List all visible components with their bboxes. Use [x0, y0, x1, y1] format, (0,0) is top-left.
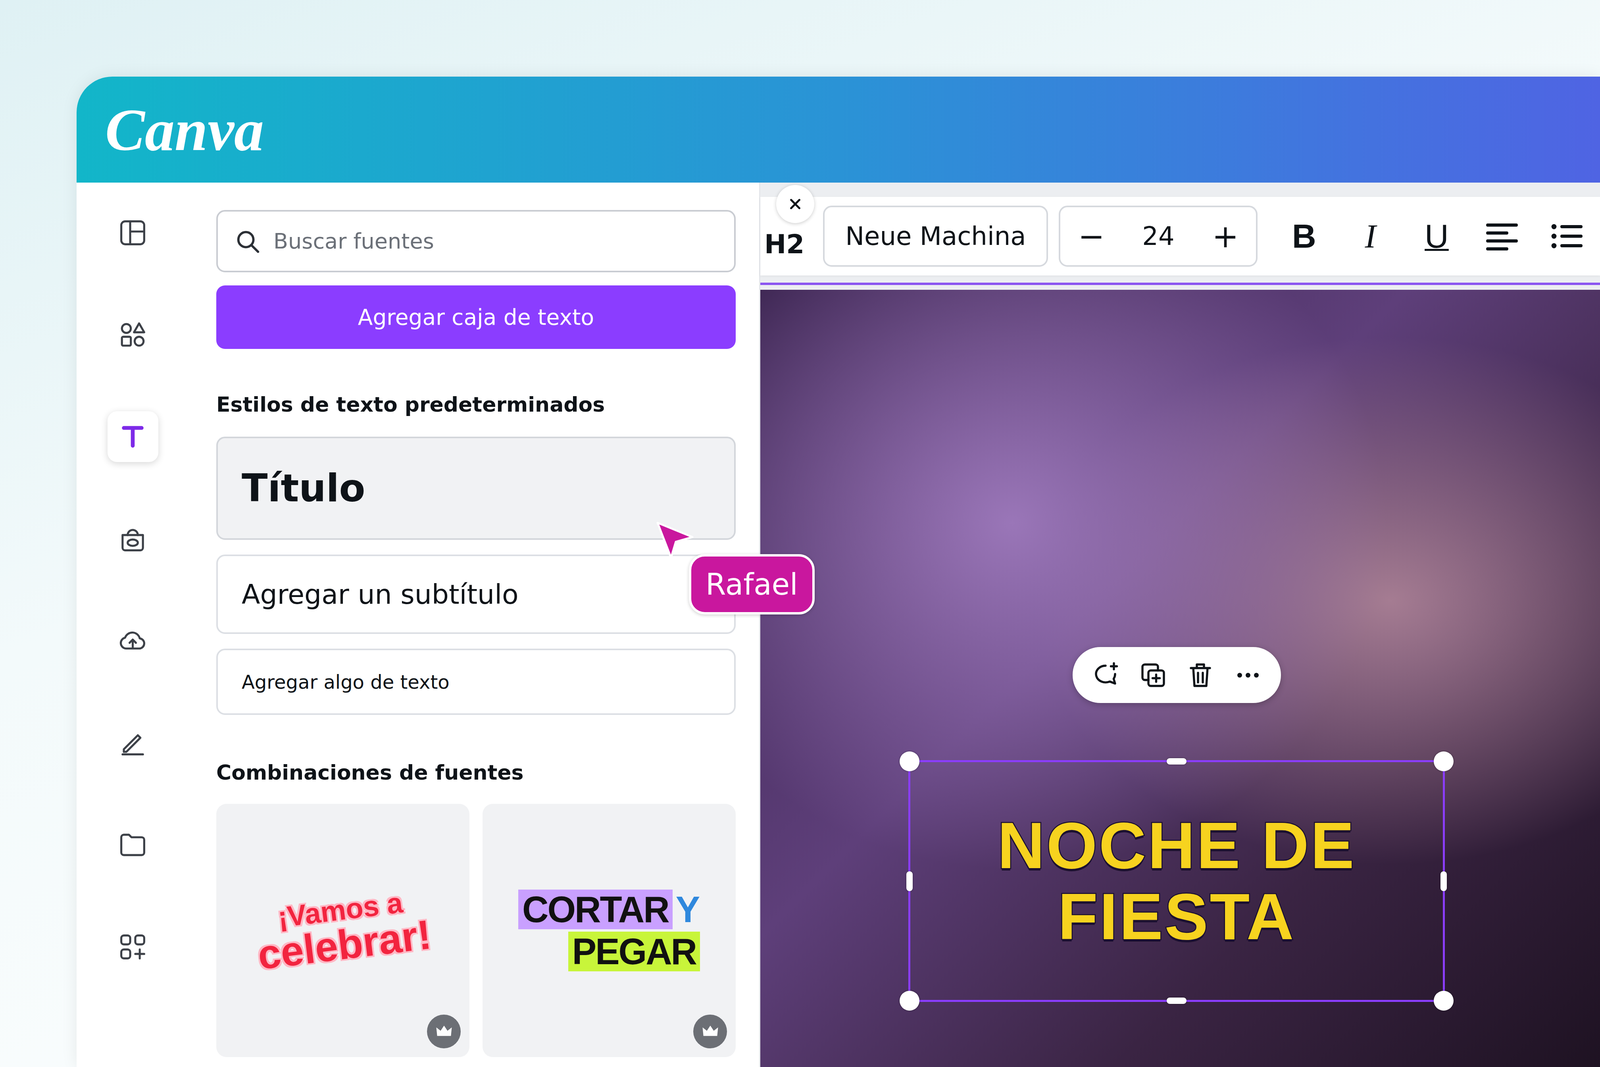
- uploads-icon: [117, 625, 149, 656]
- resize-handle[interactable]: [1433, 990, 1454, 1011]
- canva-logo[interactable]: Canva: [105, 95, 264, 164]
- resize-handle[interactable]: [899, 990, 920, 1011]
- crown-icon: [700, 1021, 721, 1042]
- rail-item[interactable]: [107, 615, 159, 666]
- resize-handle[interactable]: [1433, 751, 1454, 772]
- rail-item[interactable]: [107, 819, 159, 870]
- decrease-size-button[interactable]: −: [1077, 217, 1105, 255]
- rail-item[interactable]: [107, 921, 159, 972]
- crown-icon: [433, 1021, 455, 1042]
- design-textbox[interactable]: NOCHE DEFIESTA: [908, 759, 1445, 1002]
- rail-item[interactable]: [107, 717, 159, 768]
- combo-preview: CORTARYPEGAR: [518, 889, 700, 972]
- text-icon: [117, 421, 149, 452]
- party-photo[interactable]: NOCHE DEFIESTA: [760, 289, 1600, 1067]
- combo-line: Y: [675, 890, 700, 928]
- collaborator-label: Rafael: [688, 553, 815, 615]
- app-window: Canva Buscar fuentes Agregar caja de texto…: [76, 76, 1600, 1067]
- editor-body: Buscar fuentes Agregar caja de texto Estil…: [76, 182, 1600, 1067]
- projects-icon: [117, 829, 149, 860]
- font-dropdown[interactable]: Neue Machina: [823, 205, 1049, 267]
- rail-item[interactable]: [107, 513, 159, 564]
- elements-icon: [117, 319, 149, 350]
- text-panel: Buscar fuentes Agregar caja de texto Estil…: [188, 182, 761, 1067]
- combo-line: PEGAR: [568, 931, 700, 972]
- design-text-line: NOCHE DE: [997, 809, 1356, 881]
- combo-row: CORTARY: [518, 889, 700, 929]
- element-actions-menu: [1072, 646, 1281, 703]
- canvas-area: H2 Neue Machina− 24 + BIU NOCHE DEFIESTA: [760, 182, 1600, 1067]
- font-size-stepper: − 24 +: [1058, 205, 1258, 267]
- collaborator-cursor-icon: [655, 520, 695, 560]
- close-icon: [785, 194, 806, 214]
- resize-handle[interactable]: [899, 751, 920, 772]
- draw-icon: [117, 727, 149, 758]
- text-style-item[interactable]: Agregar algo de texto: [216, 648, 736, 715]
- more-icon[interactable]: [1233, 660, 1263, 690]
- page: Canva Buscar fuentes Agregar caja de texto…: [0, 0, 1600, 1067]
- increase-size-button[interactable]: +: [1211, 217, 1239, 255]
- resize-handle[interactable]: [1166, 997, 1187, 1004]
- text-toolbar: H2 Neue Machina− 24 + BIU: [760, 196, 1600, 276]
- section-title: Combinaciones de fuentes: [216, 758, 736, 787]
- heading-level-button[interactable]: H2: [764, 228, 805, 260]
- combo-line: CORTAR: [518, 889, 673, 929]
- rail-item[interactable]: [107, 207, 159, 258]
- search-placeholder: Buscar fuentes: [273, 228, 435, 254]
- font-combo-card[interactable]: CORTARYPEGAR: [482, 803, 736, 1057]
- text-style-button[interactable]: U: [1416, 217, 1457, 256]
- rail-item[interactable]: [107, 309, 159, 360]
- section-title: Estilos de texto predeterminados: [216, 390, 736, 419]
- font-search-field[interactable]: Buscar fuentes: [216, 209, 736, 273]
- trash-icon[interactable]: [1186, 660, 1215, 690]
- apps-icon: [117, 931, 149, 962]
- side-rail: [76, 182, 189, 1067]
- premium-badge: [426, 1014, 461, 1049]
- resize-handle[interactable]: [1440, 871, 1447, 891]
- text-style-item[interactable]: Agregar un subtítulo: [216, 554, 736, 634]
- resize-handle[interactable]: [906, 871, 913, 891]
- font-size-field[interactable]: 24: [1142, 221, 1175, 251]
- rail-item[interactable]: [107, 411, 159, 462]
- duplicate-icon[interactable]: [1138, 660, 1168, 690]
- text-style-button[interactable]: B: [1284, 217, 1324, 256]
- combo-preview: ¡Vamos acelebrar!: [251, 884, 434, 976]
- font-combo-card[interactable]: ¡Vamos acelebrar!: [216, 803, 470, 1057]
- align-left-icon[interactable]: [1482, 217, 1522, 256]
- resize-handle[interactable]: [1166, 757, 1187, 765]
- bullet-list-icon[interactable]: [1547, 217, 1586, 256]
- header-bar: Canva: [76, 76, 1600, 183]
- layout-icon: [117, 217, 149, 249]
- close-toolbar-button[interactable]: [776, 184, 815, 224]
- brand-icon: [117, 523, 149, 554]
- premium-badge: [693, 1014, 727, 1049]
- text-style-button[interactable]: I: [1350, 217, 1391, 256]
- design-text-line: FIESTA: [1057, 880, 1296, 952]
- text-style-list: TítuloAgregar un subtítuloAgregar algo d…: [216, 436, 736, 715]
- font-combo-grid: ¡Vamos acelebrar! CORTARYPEGAR: [216, 803, 736, 1057]
- selection-accent-line: [760, 282, 1600, 285]
- add-comment-icon[interactable]: [1091, 660, 1120, 690]
- search-icon: [233, 227, 262, 256]
- add-textbox-button[interactable]: Agregar caja de texto: [216, 285, 736, 349]
